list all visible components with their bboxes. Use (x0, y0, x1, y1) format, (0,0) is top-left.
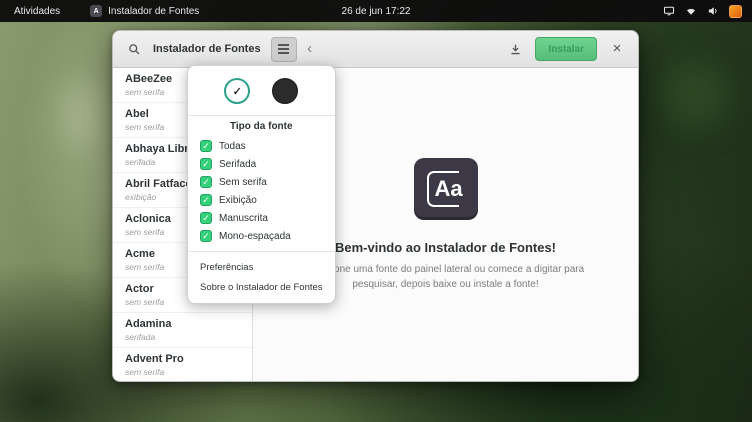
volume-icon (707, 5, 719, 17)
activities-button[interactable]: Atividades (10, 4, 64, 19)
book-frame (427, 171, 459, 207)
display-icon (663, 5, 675, 17)
filter-label: Manuscrita (219, 213, 268, 224)
download-button[interactable] (502, 37, 528, 62)
filter-option[interactable]: ✓ Exibição (188, 191, 335, 209)
focused-app-name: Instalador de Fontes (108, 6, 199, 17)
app-icon: A (90, 5, 102, 17)
font-list-item[interactable]: Advent Pro sem serifa (113, 348, 252, 381)
filter-label: Todas (219, 141, 246, 152)
clock[interactable]: 26 de jun 17:22 (342, 6, 411, 17)
filter-label: Mono-espaçada (219, 231, 291, 242)
menu-item-about[interactable]: Sobre o Instalador de Fontes (188, 277, 335, 297)
filter-label: Serifada (219, 159, 256, 170)
background-bokeh (60, 80, 100, 150)
font-book-icon: Aa (414, 158, 478, 220)
filter-option[interactable]: ✓ Manuscrita (188, 209, 335, 227)
font-category: sem serifa (125, 367, 240, 377)
filter-option[interactable]: ✓ Sem serifa (188, 173, 335, 191)
check-icon: ✓ (233, 85, 242, 98)
separator (188, 115, 335, 116)
background-bokeh (660, 60, 730, 130)
checkbox-checked-icon: ✓ (200, 194, 212, 206)
font-list-item[interactable]: Adamina serifada (113, 313, 252, 348)
menu-popover: ✓ Tipo da fonte ✓ Todas ✓ Serifada ✓ Sem… (187, 65, 336, 304)
welcome-subtitle: Selecione uma fonte do painel lateral ou… (296, 262, 596, 292)
hamburger-icon (278, 48, 289, 50)
top-bar: Atividades A Instalador de Fontes 26 de … (0, 0, 752, 22)
back-button[interactable]: ‹ (297, 37, 323, 62)
filter-option[interactable]: ✓ Todas (188, 137, 335, 155)
checkbox-checked-icon: ✓ (200, 176, 212, 188)
search-button[interactable] (121, 37, 147, 62)
separator (188, 251, 335, 252)
app-indicator-icon[interactable] (729, 5, 742, 18)
welcome-title: Bem-vindo ao Instalador de Fontes! (335, 240, 556, 255)
install-button[interactable]: Instalar (535, 37, 597, 61)
filter-label: Exibição (219, 195, 257, 206)
close-icon: × (613, 41, 622, 56)
install-button-label: Instalar (548, 44, 584, 55)
menu-item-preferences[interactable]: Preferências (188, 257, 335, 277)
checkbox-checked-icon: ✓ (200, 140, 212, 152)
back-icon: ‹ (307, 41, 312, 56)
window-title: Instalador de Fontes (153, 43, 261, 55)
checkbox-checked-icon: ✓ (200, 158, 212, 170)
headerbar: Instalador de Fontes ‹ Instalar × (113, 31, 638, 68)
font-installer-window: Instalador de Fontes ‹ Instalar × ABeeZe… (112, 30, 639, 382)
close-button[interactable]: × (604, 37, 630, 62)
filter-option[interactable]: ✓ Serifada (188, 155, 335, 173)
focused-app-menu[interactable]: A Instalador de Fontes (90, 5, 199, 17)
checkbox-checked-icon: ✓ (200, 212, 212, 224)
dark-theme-option[interactable] (272, 78, 298, 104)
filter-label: Sem serifa (219, 177, 267, 188)
theme-selector: ✓ (188, 70, 335, 113)
checkbox-checked-icon: ✓ (200, 230, 212, 242)
light-theme-option[interactable]: ✓ (224, 78, 250, 104)
font-name: Adamina (125, 318, 240, 330)
font-name: Advent Pro (125, 353, 240, 365)
filter-option[interactable]: ✓ Mono-espaçada (188, 227, 335, 245)
filter-title: Tipo da fonte (188, 121, 335, 132)
menu-button[interactable] (271, 37, 297, 62)
font-category: serifada (125, 332, 240, 342)
wifi-icon (685, 5, 697, 17)
